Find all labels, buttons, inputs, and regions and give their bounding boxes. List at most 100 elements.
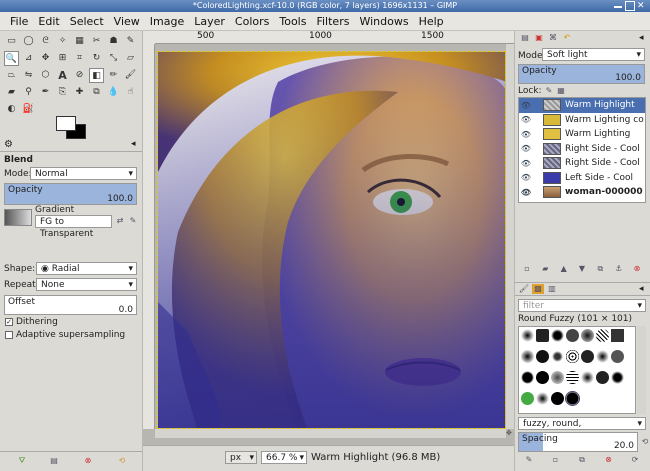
- eye-icon[interactable]: 👁: [519, 159, 533, 168]
- brush-round-icon[interactable]: [551, 329, 564, 342]
- menu-help[interactable]: Help: [414, 12, 449, 31]
- zoom-tool-icon[interactable]: 🔍: [4, 51, 19, 66]
- fuzzy-select-tool-icon[interactable]: ✧: [55, 34, 70, 49]
- brush-scrollbar[interactable]: [637, 326, 646, 414]
- color-picker-tool-icon[interactable]: ⊘: [72, 68, 87, 83]
- crop-tool-icon[interactable]: ⌗: [72, 51, 87, 66]
- navigate-icon[interactable]: ✥: [506, 429, 514, 438]
- supersampling-checkbox[interactable]: [5, 330, 13, 339]
- airbrush-tool-icon[interactable]: ⚲: [21, 85, 36, 100]
- panel-menu-icon[interactable]: ◂: [639, 33, 644, 43]
- brush-hard-icon[interactable]: [596, 371, 609, 384]
- menu-colors[interactable]: Colors: [230, 12, 274, 31]
- anchor-layer-icon[interactable]: ⚓: [613, 264, 625, 274]
- text-tool-icon[interactable]: A: [55, 68, 70, 83]
- brush-hard-icon[interactable]: [551, 392, 564, 405]
- quick-mask-corner[interactable]: [143, 31, 155, 44]
- brush-hard-icon[interactable]: [536, 350, 549, 363]
- ellipse-select-tool-icon[interactable]: ◯: [21, 34, 36, 49]
- layer-row[interactable]: 👁 Warm Lighting: [519, 127, 645, 142]
- delete-layer-icon[interactable]: ⊗: [631, 264, 643, 274]
- menu-view[interactable]: View: [109, 12, 145, 31]
- raise-layer-icon[interactable]: ▲: [558, 264, 570, 274]
- menu-edit[interactable]: Edit: [33, 12, 64, 31]
- brush-round-icon[interactable]: [521, 371, 534, 384]
- opacity-scale[interactable]: Opacity 100.0: [4, 183, 137, 205]
- fg-bg-colors[interactable]: [56, 116, 90, 140]
- gradient-preview[interactable]: [4, 209, 32, 226]
- brush-grid[interactable]: [518, 326, 636, 414]
- horizontal-ruler[interactable]: 500 1000 1500: [155, 31, 514, 44]
- layer-row[interactable]: 👁 Right Side - Cool: [519, 156, 645, 171]
- flip-tool-icon[interactable]: ⇋: [21, 68, 36, 83]
- ink-tool-icon[interactable]: ✒: [38, 85, 53, 100]
- layers-tab-icon[interactable]: ▤: [519, 33, 531, 43]
- brush-round-icon[interactable]: [551, 350, 564, 363]
- eraser-tool-icon[interactable]: ▰: [4, 85, 19, 100]
- menu-windows[interactable]: Windows: [354, 12, 413, 31]
- layer-row[interactable]: 👁 Right Side - Cool: [519, 142, 645, 157]
- brush-fuzzy-icon[interactable]: [521, 329, 534, 342]
- spacing-scale[interactable]: Spacing 20.0: [518, 432, 638, 452]
- duplicate-layer-icon[interactable]: ⧉: [594, 264, 606, 274]
- rotate-tool-icon[interactable]: ↻: [89, 51, 104, 66]
- vertical-scrollbar[interactable]: [506, 44, 514, 429]
- reset-options-icon[interactable]: ⟲: [116, 456, 128, 466]
- new-brush-icon[interactable]: ▫: [550, 455, 562, 465]
- brush-fuzzy-icon[interactable]: [536, 392, 549, 405]
- brush-soft-icon[interactable]: [581, 329, 594, 342]
- layer-row[interactable]: 👁 woman-000000: [519, 185, 645, 200]
- foreground-select-tool-icon[interactable]: ☗: [106, 34, 121, 49]
- mode-select[interactable]: Normal ▾: [30, 167, 137, 180]
- channels-tab-icon[interactable]: ▣: [533, 33, 545, 43]
- delete-options-icon[interactable]: ⊗: [82, 456, 94, 466]
- blur-tool-icon[interactable]: 💧: [106, 85, 121, 100]
- rect-select-tool-icon[interactable]: ▭: [4, 34, 19, 49]
- blend-tool-icon[interactable]: ◧: [89, 68, 104, 83]
- tool-options-tab-icon[interactable]: ⚙: [4, 139, 13, 150]
- menu-layer[interactable]: Layer: [189, 12, 230, 31]
- lock-pixels-icon[interactable]: ✎: [543, 86, 555, 96]
- panel-menu-icon[interactable]: ◂: [639, 284, 644, 294]
- bucket-fill-tool-icon[interactable]: ⛽: [21, 102, 36, 117]
- paths-tool-icon[interactable]: ✎: [123, 34, 138, 49]
- perspective-clone-tool-icon[interactable]: ⧉: [89, 85, 104, 100]
- image-canvas[interactable]: [157, 51, 506, 429]
- menu-file[interactable]: File: [5, 12, 33, 31]
- layer-row[interactable]: 👁 Left Side - Cool: [519, 171, 645, 186]
- brush-fuzzy-icon[interactable]: [596, 350, 609, 363]
- brushes-tab-icon[interactable]: 🖌: [518, 284, 530, 294]
- brush-splatter-icon[interactable]: [536, 329, 549, 342]
- shape-select[interactable]: ◉ Radial ▾: [36, 262, 137, 275]
- brush-round-icon[interactable]: [611, 371, 624, 384]
- perspective-tool-icon[interactable]: ⏢: [4, 68, 19, 83]
- shear-tool-icon[interactable]: ▱: [123, 51, 138, 66]
- foreground-color-swatch[interactable]: [56, 116, 76, 131]
- menu-select[interactable]: Select: [65, 12, 109, 31]
- scale-tool-icon[interactable]: ⤡: [106, 51, 121, 66]
- brush-texture-icon[interactable]: [566, 371, 579, 384]
- patterns-tab-icon[interactable]: ▩: [532, 284, 544, 294]
- eye-icon[interactable]: 👁: [519, 130, 533, 139]
- edit-gradient-icon[interactable]: ✎: [127, 216, 139, 226]
- menu-image[interactable]: Image: [145, 12, 189, 31]
- eye-icon[interactable]: 👁: [519, 115, 533, 124]
- refresh-brushes-icon[interactable]: ⟳: [629, 455, 641, 465]
- zoom-select[interactable]: 66.7 % ▾: [261, 451, 307, 464]
- panel-menu-icon[interactable]: ◂: [131, 139, 136, 149]
- reverse-gradient-icon[interactable]: ⇄: [114, 216, 126, 226]
- brush-texture-icon[interactable]: [596, 329, 609, 342]
- move-tool-icon[interactable]: ✥: [38, 51, 53, 66]
- brush-tags-field[interactable]: fuzzy, round, ▾: [518, 417, 646, 430]
- brush-hard-icon[interactable]: [566, 329, 579, 342]
- gradients-tab-icon[interactable]: ▥: [546, 284, 558, 294]
- menu-filters[interactable]: Filters: [311, 12, 354, 31]
- vertical-ruler[interactable]: [143, 44, 155, 429]
- new-layer-group-icon[interactable]: ▰: [539, 264, 551, 274]
- pencil-tool-icon[interactable]: ✏: [106, 68, 121, 83]
- lower-layer-icon[interactable]: ▼: [576, 264, 588, 274]
- restore-options-icon[interactable]: ▤: [48, 456, 60, 466]
- layer-opacity-scale[interactable]: Opacity 100.0: [518, 64, 645, 84]
- new-layer-icon[interactable]: ▫: [521, 264, 533, 274]
- brush-pepper-icon[interactable]: [521, 392, 534, 405]
